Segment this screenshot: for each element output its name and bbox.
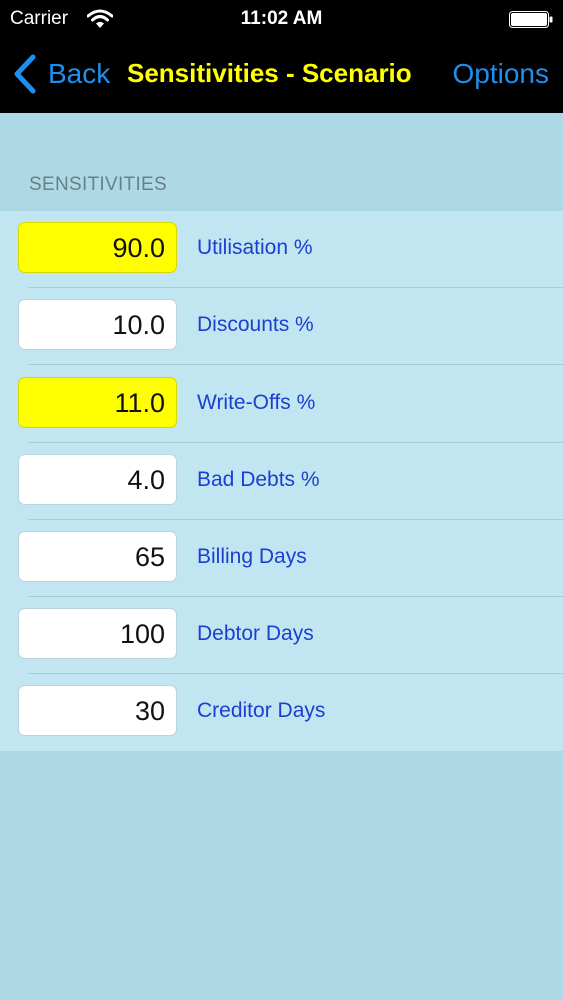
options-button[interactable]: Options bbox=[453, 58, 550, 90]
sensitivity-row-write-offs: 11.0 Write-Offs % bbox=[0, 366, 563, 443]
discounts-label: Discounts % bbox=[197, 313, 314, 336]
back-button[interactable]: Back bbox=[12, 52, 110, 96]
creditor-days-label: Creditor Days bbox=[197, 699, 326, 722]
debtor-days-label: Debtor Days bbox=[197, 622, 314, 645]
section-header: SENSITIVITIES bbox=[29, 174, 167, 195]
sensitivity-row-utilisation: 90.0 Utilisation % bbox=[0, 211, 563, 288]
status-bar: Carrier 11:02 AM bbox=[0, 0, 563, 38]
discounts-field[interactable]: 10.0 bbox=[18, 299, 177, 350]
billing-days-field[interactable]: 65 bbox=[18, 531, 177, 582]
billing-days-label: Billing Days bbox=[197, 545, 307, 568]
bad-debts-label: Bad Debts % bbox=[197, 468, 320, 491]
write-offs-field[interactable]: 11.0 bbox=[18, 377, 177, 428]
battery-icon bbox=[509, 11, 553, 28]
navigation-bar: Back Sensitivities - Scenario Options bbox=[0, 38, 563, 113]
sensitivity-row-bad-debts: 4.0 Bad Debts % bbox=[0, 443, 563, 520]
utilisation-field[interactable]: 90.0 bbox=[18, 222, 177, 273]
page-title: Sensitivities - Scenario bbox=[127, 58, 412, 88]
utilisation-label: Utilisation % bbox=[197, 236, 313, 259]
back-label: Back bbox=[48, 58, 111, 89]
write-offs-label: Write-Offs % bbox=[197, 391, 316, 414]
sensitivities-table: 90.0 Utilisation % 10.0 Discounts % 11.0… bbox=[0, 211, 563, 751]
chevron-left-icon bbox=[14, 54, 36, 94]
bad-debts-field[interactable]: 4.0 bbox=[18, 454, 177, 505]
debtor-days-field[interactable]: 100 bbox=[18, 608, 177, 659]
row-divider bbox=[28, 364, 563, 365]
sensitivity-row-discounts: 10.0 Discounts % bbox=[0, 288, 563, 365]
sensitivity-row-debtor-days: 100 Debtor Days bbox=[0, 597, 563, 674]
creditor-days-field[interactable]: 30 bbox=[18, 685, 177, 736]
sensitivity-row-creditor-days: 30 Creditor Days bbox=[0, 674, 563, 751]
sensitivity-row-billing-days: 65 Billing Days bbox=[0, 520, 563, 597]
status-time: 11:02 AM bbox=[240, 8, 323, 29]
